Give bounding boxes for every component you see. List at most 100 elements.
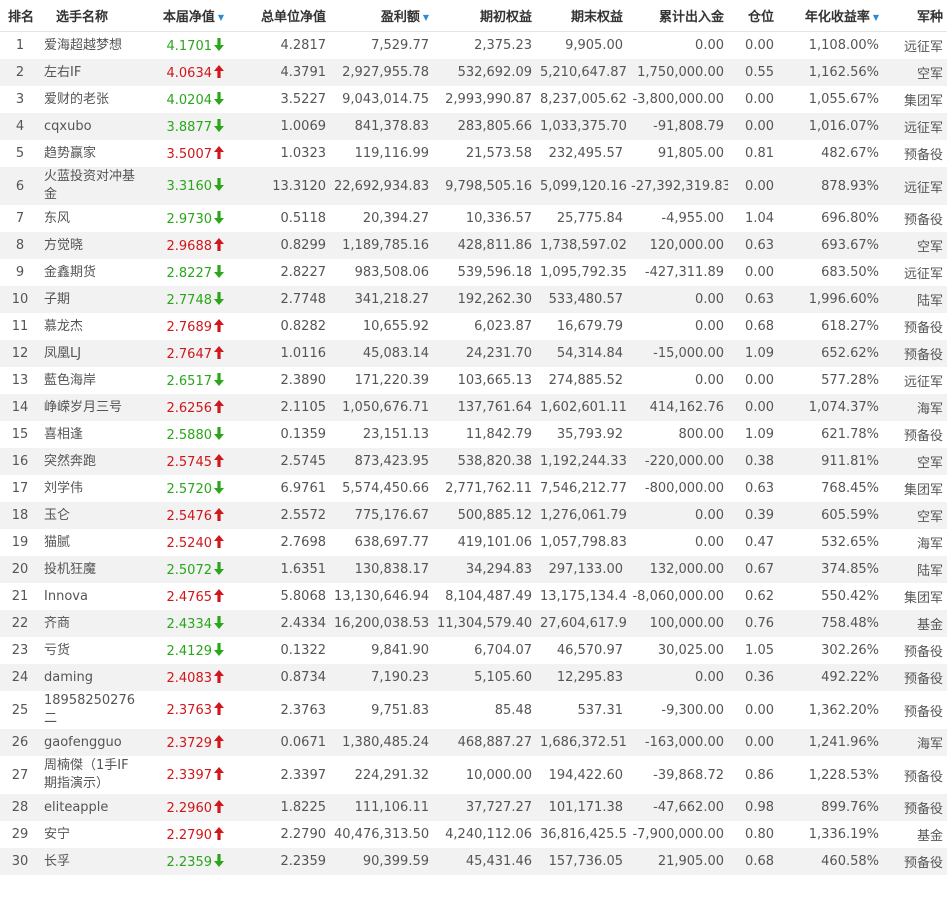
table-row[interactable]: 13 藍色海岸 2.6517 2.3890 171,220.39 103,665.13 27… <box>0 367 947 394</box>
table-row[interactable]: 5 趋势赢家 3.5007 1.0323 119,116.99 21,573.58 232,… <box>0 140 947 167</box>
player-name-cell[interactable]: 慕龙杰 <box>40 313 150 340</box>
player-name[interactable]: 趋势赢家 <box>44 145 96 163</box>
player-name[interactable]: Innova <box>44 588 88 606</box>
player-name[interactable]: 火蓝投资对冲基金 <box>44 168 140 204</box>
army-cell: 远征军 <box>883 113 947 140</box>
player-name-cell[interactable]: 峥嵘岁月三号 <box>40 394 150 421</box>
player-name[interactable]: 喜相逢 <box>44 426 83 444</box>
player-name[interactable]: 爱海超越梦想 <box>44 37 122 55</box>
sort-down-icon[interactable]: ▼ <box>423 13 429 22</box>
player-name[interactable]: 东风 <box>44 210 70 228</box>
player-name-cell[interactable]: 子期 <box>40 286 150 313</box>
player-name-cell[interactable]: 齐商 <box>40 610 150 637</box>
player-name-cell[interactable]: Innova <box>40 583 150 610</box>
arrow-up-icon <box>212 318 224 335</box>
player-name[interactable]: 凤凰LJ <box>44 345 81 363</box>
player-name-cell[interactable]: 投机狂魔 <box>40 556 150 583</box>
ranking-page: 排名 选手名称 本届净值 ▼ 总单位净值 盈利额 ▼ 期初权益 期末权益 累计出入金… <box>0 0 947 905</box>
table-row[interactable]: 15 喜相逢 2.5880 0.1359 23,151.13 11,842.79 35,79… <box>0 421 947 448</box>
player-name[interactable]: 亏货 <box>44 642 70 660</box>
player-name-cell[interactable]: 火蓝投资对冲基金 <box>40 167 150 205</box>
player-name-cell[interactable]: 突然奔跑 <box>40 448 150 475</box>
table-row[interactable]: 18 玉仑 2.5476 2.5572 775,176.67 500,885.12 1,27… <box>0 502 947 529</box>
table-row[interactable]: 12 凤凰LJ 2.7647 1.0116 45,083.14 24,231.70 54,3… <box>0 340 947 367</box>
player-name-cell[interactable]: 亏货 <box>40 637 150 664</box>
player-name-cell[interactable]: 玉仑 <box>40 502 150 529</box>
player-name[interactable]: 峥嵘岁月三号 <box>44 399 122 417</box>
col-annual-return-header[interactable]: 年化收益率 ▼ <box>778 0 883 32</box>
player-name-cell[interactable]: 喜相逢 <box>40 421 150 448</box>
player-name-cell[interactable]: 爱财的老张 <box>40 86 150 113</box>
table-row[interactable]: 4 cqxubo 3.8877 1.0069 841,378.83 283,805.66 1… <box>0 113 947 140</box>
player-name-cell[interactable]: 金鑫期货 <box>40 259 150 286</box>
table-row[interactable]: 21 Innova 2.4765 5.8068 13,130,646.94 8,104,4… <box>0 583 947 610</box>
table-row[interactable]: 23 亏货 2.4129 0.1322 9,841.90 6,704.07 46,570.9… <box>0 637 947 664</box>
table-row[interactable]: 8 方觉晓 2.9688 0.8299 1,189,785.16 428,811.86 1,… <box>0 232 947 259</box>
table-row[interactable]: 11 慕龙杰 2.7689 0.8282 10,655.92 6,023.87 16,679… <box>0 313 947 340</box>
player-name[interactable]: 左右IF <box>44 64 81 82</box>
table-row[interactable]: 24 daming 2.4083 0.8734 7,190.23 5,105.60 12,2… <box>0 664 947 691</box>
player-name[interactable]: 18958250276二 <box>44 692 140 728</box>
table-row[interactable]: 17 刘学伟 2.5720 6.9761 5,574,450.66 2,771,762.1… <box>0 475 947 502</box>
sort-down-icon[interactable]: ▼ <box>218 13 224 22</box>
player-name[interactable]: 方觉晓 <box>44 237 83 255</box>
player-name-cell[interactable]: 藍色海岸 <box>40 367 150 394</box>
player-name[interactable]: 长孚 <box>44 853 70 871</box>
table-row[interactable]: 30 长孚 2.2359 2.2359 90,399.59 45,431.46 157,73… <box>0 848 947 875</box>
player-name-cell[interactable]: 趋势赢家 <box>40 140 150 167</box>
table-row[interactable]: 29 安宁 2.2790 2.2790 40,476,313.50 4,240,112.0… <box>0 821 947 848</box>
col-nav-header[interactable]: 本届净值 ▼ <box>150 0 228 32</box>
player-name-cell[interactable]: 18958250276二 <box>40 691 150 729</box>
player-name[interactable]: daming <box>44 669 93 687</box>
sort-down-icon[interactable]: ▼ <box>873 13 879 22</box>
player-name-cell[interactable]: 凤凰LJ <box>40 340 150 367</box>
table-row[interactable]: 25 18958250276二 2.3763 2.3763 9,751.83 85.48 5… <box>0 691 947 729</box>
player-name[interactable]: 金鑫期货 <box>44 264 96 282</box>
player-name-cell[interactable]: 刘学伟 <box>40 475 150 502</box>
player-name-cell[interactable]: gaofengguo <box>40 729 150 756</box>
player-name-cell[interactable]: eliteapple <box>40 794 150 821</box>
player-name-cell[interactable]: 方觉晓 <box>40 232 150 259</box>
table-row[interactable]: 20 投机狂魔 2.5072 1.6351 130,838.17 34,294.83 297… <box>0 556 947 583</box>
table-row[interactable]: 28 eliteapple 2.2960 1.8225 111,106.11 37,727… <box>0 794 947 821</box>
player-name[interactable]: 齐商 <box>44 615 70 633</box>
player-name-cell[interactable]: 猫腻 <box>40 529 150 556</box>
nav-cell: 2.5745 <box>150 448 228 475</box>
player-name-cell[interactable]: daming <box>40 664 150 691</box>
table-row[interactable]: 6 火蓝投资对冲基金 3.3160 13.3120 22,692,934.83 9,798… <box>0 167 947 205</box>
player-name-cell[interactable]: 长孚 <box>40 848 150 875</box>
player-name[interactable]: cqxubo <box>44 118 92 136</box>
table-row[interactable]: 27 周楠傑（1手IF期指演示） 2.3397 2.3397 224,291.32 10,… <box>0 756 947 794</box>
player-name[interactable]: 猫腻 <box>44 534 70 552</box>
table-row[interactable]: 9 金鑫期货 2.8227 2.8227 983,508.06 539,596.18 1,0… <box>0 259 947 286</box>
player-name[interactable]: 玉仑 <box>44 507 70 525</box>
player-name-cell[interactable]: 左右IF <box>40 59 150 86</box>
table-row[interactable]: 1 爱海超越梦想 4.1701 4.2817 7,529.77 2,375.23 9,905… <box>0 32 947 60</box>
table-row[interactable]: 3 爱财的老张 4.0204 3.5227 9,043,014.75 2,993,990.… <box>0 86 947 113</box>
table-row[interactable]: 26 gaofengguo 2.3729 0.0671 1,380,485.24 468,… <box>0 729 947 756</box>
table-row[interactable]: 14 峥嵘岁月三号 2.6256 2.1105 1,050,676.71 137,761.… <box>0 394 947 421</box>
player-name-cell[interactable]: cqxubo <box>40 113 150 140</box>
player-name[interactable]: 周楠傑（1手IF期指演示） <box>44 757 140 793</box>
player-name[interactable]: 突然奔跑 <box>44 453 96 471</box>
player-name-cell[interactable]: 爱海超越梦想 <box>40 32 150 60</box>
table-row[interactable]: 19 猫腻 2.5240 2.7698 638,697.77 419,101.06 1,05… <box>0 529 947 556</box>
player-name[interactable]: 子期 <box>44 291 70 309</box>
player-name[interactable]: 慕龙杰 <box>44 318 83 336</box>
player-name[interactable]: 爱财的老张 <box>44 91 109 109</box>
player-name[interactable]: 藍色海岸 <box>44 372 96 390</box>
player-name-cell[interactable]: 东风 <box>40 205 150 232</box>
table-row[interactable]: 16 突然奔跑 2.5745 2.5745 873,423.95 538,820.38 1,… <box>0 448 947 475</box>
player-name[interactable]: eliteapple <box>44 799 108 817</box>
player-name[interactable]: 安宁 <box>44 826 70 844</box>
player-name-cell[interactable]: 安宁 <box>40 821 150 848</box>
table-row[interactable]: 10 子期 2.7748 2.7748 341,218.27 192,262.30 533,… <box>0 286 947 313</box>
player-name-cell[interactable]: 周楠傑（1手IF期指演示） <box>40 756 150 794</box>
player-name[interactable]: gaofengguo <box>44 734 122 752</box>
table-row[interactable]: 22 齐商 2.4334 2.4334 16,200,038.53 11,304,579.… <box>0 610 947 637</box>
table-row[interactable]: 7 东风 2.9730 0.5118 20,394.27 10,336.57 25,775.… <box>0 205 947 232</box>
player-name[interactable]: 刘学伟 <box>44 480 83 498</box>
table-row[interactable]: 2 左右IF 4.0634 4.3791 2,927,955.78 532,692.09 5… <box>0 59 947 86</box>
col-profit-header[interactable]: 盈利额 ▼ <box>330 0 433 32</box>
player-name[interactable]: 投机狂魔 <box>44 561 96 579</box>
